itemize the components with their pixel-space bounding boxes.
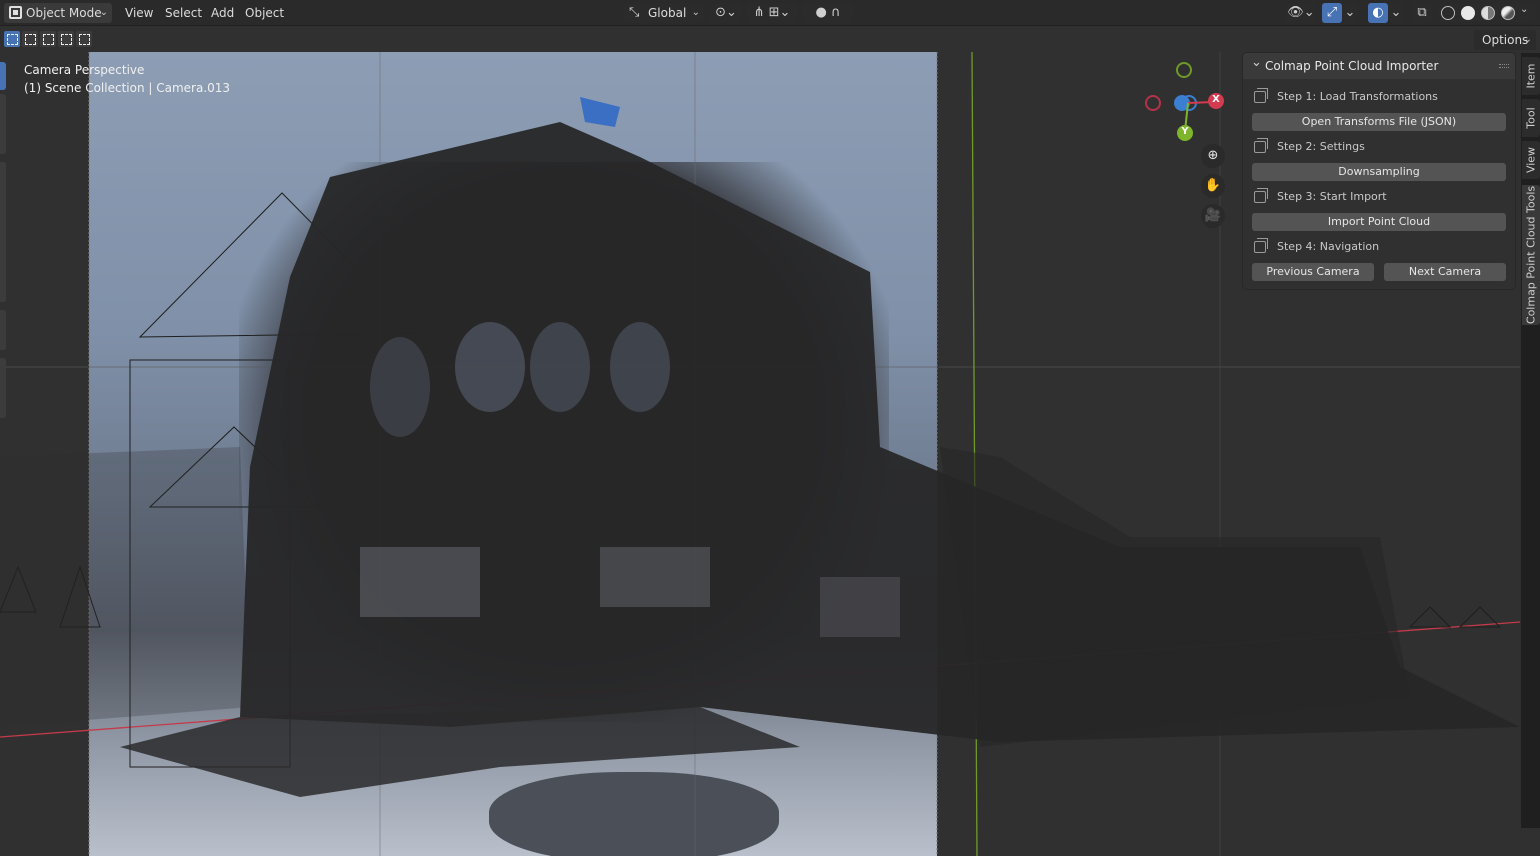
- toolbar-tool-group[interactable]: [0, 162, 6, 302]
- step3-text: Step 3: Start Import: [1277, 190, 1387, 203]
- sidebar-tabs: Item Tool View Colmap Point Cloud Tools: [1521, 53, 1540, 828]
- options-label: Options: [1482, 33, 1529, 47]
- zoom-icon[interactable]: ⊕: [1201, 144, 1225, 168]
- pivot-point-button[interactable]: ⊙⌄: [710, 3, 742, 23]
- tab-colmap-tools[interactable]: Colmap Point Cloud Tools: [1522, 185, 1540, 325]
- panel-title: Colmap Point Cloud Importer: [1265, 59, 1439, 73]
- gizmo-neg-x[interactable]: [1145, 95, 1161, 111]
- gizmo-neg-z[interactable]: [1176, 62, 1192, 78]
- snap-button[interactable]: ⋔ ⊞⌄: [746, 3, 798, 23]
- copy-icon: [1254, 238, 1268, 253]
- mode-dropdown[interactable]: Object Mode ⌄: [4, 3, 112, 23]
- gizmo-toggle-icon[interactable]: ⤢: [1322, 3, 1342, 23]
- toolbar-tool-group[interactable]: [0, 358, 6, 418]
- next-camera-button[interactable]: Next Camera: [1384, 263, 1506, 281]
- rendered-shading-icon[interactable]: [1501, 6, 1515, 20]
- proportional-editing-button[interactable]: ● ∩: [802, 3, 854, 23]
- copy-icon: [1254, 138, 1268, 153]
- copy-icon: [1254, 88, 1268, 103]
- shading-modes: ⌄: [1438, 4, 1536, 22]
- chevron-down-icon: ⌄: [99, 7, 108, 18]
- menu-view[interactable]: View: [119, 3, 159, 23]
- gizmo-x-axis[interactable]: X: [1208, 93, 1224, 109]
- camera-view-icon[interactable]: 🎥: [1201, 204, 1225, 228]
- gizmo-y-label: Y: [1181, 126, 1189, 137]
- step3-label: Step 3: Start Import: [1253, 187, 1503, 207]
- select-extend-icon[interactable]: [22, 31, 38, 47]
- material-shading-icon[interactable]: [1481, 6, 1495, 20]
- step1-label: Step 1: Load Transformations: [1253, 87, 1503, 107]
- select-intersect-icon[interactable]: [76, 31, 92, 47]
- previous-camera-button[interactable]: Previous Camera: [1252, 263, 1374, 281]
- viewport-info: Camera Perspective (1) Scene Collection …: [24, 61, 230, 97]
- orientation-icon: ⤡: [629, 5, 640, 20]
- copy-icon: [1254, 188, 1268, 203]
- overlays-toggle-icon[interactable]: ◐: [1368, 3, 1388, 23]
- step2-label: Step 2: Settings: [1253, 137, 1503, 157]
- import-point-cloud-button[interactable]: Import Point Cloud: [1252, 213, 1506, 231]
- open-transforms-button[interactable]: Open Transforms File (JSON): [1252, 113, 1506, 131]
- chevron-down-icon[interactable]: ⌄: [1389, 3, 1403, 23]
- solid-shading-icon[interactable]: [1461, 6, 1475, 20]
- toolbar-tool-group[interactable]: [0, 310, 6, 350]
- visibility-button[interactable]: 👁⌄: [1286, 3, 1316, 23]
- mode-label: Object Mode: [26, 6, 102, 20]
- chevron-down-icon[interactable]: ⌄: [1343, 3, 1357, 23]
- select-invert-icon[interactable]: [58, 31, 74, 47]
- tab-tool-label: Tool: [1524, 107, 1538, 129]
- step4-text: Step 4: Navigation: [1277, 240, 1380, 253]
- tab-colmap-label: Colmap Point Cloud Tools: [1524, 185, 1538, 325]
- tab-view-label: View: [1524, 146, 1538, 174]
- select-new-icon[interactable]: [4, 31, 20, 47]
- menu-object[interactable]: Object: [239, 3, 290, 23]
- chevron-down-icon: ⌄: [691, 7, 700, 18]
- select-subtract-icon[interactable]: [40, 31, 56, 47]
- colmap-importer-panel: Colmap Point Cloud Importer Step 1: Load…: [1243, 50, 1515, 289]
- tool-header: Options ⌄: [0, 27, 1540, 51]
- collection-label: (1) Scene Collection | Camera.013: [24, 81, 231, 95]
- menu-add[interactable]: Add: [205, 3, 240, 23]
- tab-item-label: Item: [1524, 63, 1538, 89]
- perspective-label: Camera Perspective: [24, 63, 145, 77]
- chevron-down-icon[interactable]: ⌄: [1520, 4, 1528, 15]
- object-mode-icon: [9, 6, 22, 19]
- gizmo-x-label: X: [1212, 94, 1220, 105]
- tab-item[interactable]: Item: [1522, 57, 1540, 95]
- orientation-label: Global: [648, 6, 687, 20]
- downsampling-button[interactable]: Downsampling: [1252, 163, 1506, 181]
- menu-select[interactable]: Select: [159, 3, 208, 23]
- chevron-down-icon: ⌄: [1523, 34, 1532, 45]
- pan-hand-icon[interactable]: ✋: [1201, 174, 1225, 198]
- tab-view[interactable]: View: [1522, 141, 1540, 179]
- toolbar-strip: [0, 54, 8, 424]
- step4-label: Step 4: Navigation: [1253, 237, 1503, 257]
- tab-tool[interactable]: Tool: [1522, 99, 1540, 137]
- viewport-header: Object Mode ⌄ View Select Add Object ⤡ G…: [0, 0, 1540, 26]
- panel-header[interactable]: Colmap Point Cloud Importer: [1243, 50, 1515, 79]
- step2-text: Step 2: Settings: [1277, 140, 1365, 153]
- gizmo-y-axis[interactable]: Y: [1177, 125, 1193, 141]
- wireframe-shading-icon[interactable]: [1441, 6, 1455, 20]
- drag-grip-icon[interactable]: [1499, 64, 1509, 68]
- toolbar-tool-group[interactable]: [0, 94, 6, 154]
- xray-toggle-icon[interactable]: ⧉: [1412, 3, 1432, 23]
- transform-orientation-dropdown[interactable]: ⤡ Global ⌄: [624, 3, 704, 23]
- options-dropdown[interactable]: Options ⌄: [1474, 30, 1536, 50]
- toolbar-tool-select[interactable]: [0, 62, 6, 90]
- step1-text: Step 1: Load Transformations: [1277, 90, 1438, 103]
